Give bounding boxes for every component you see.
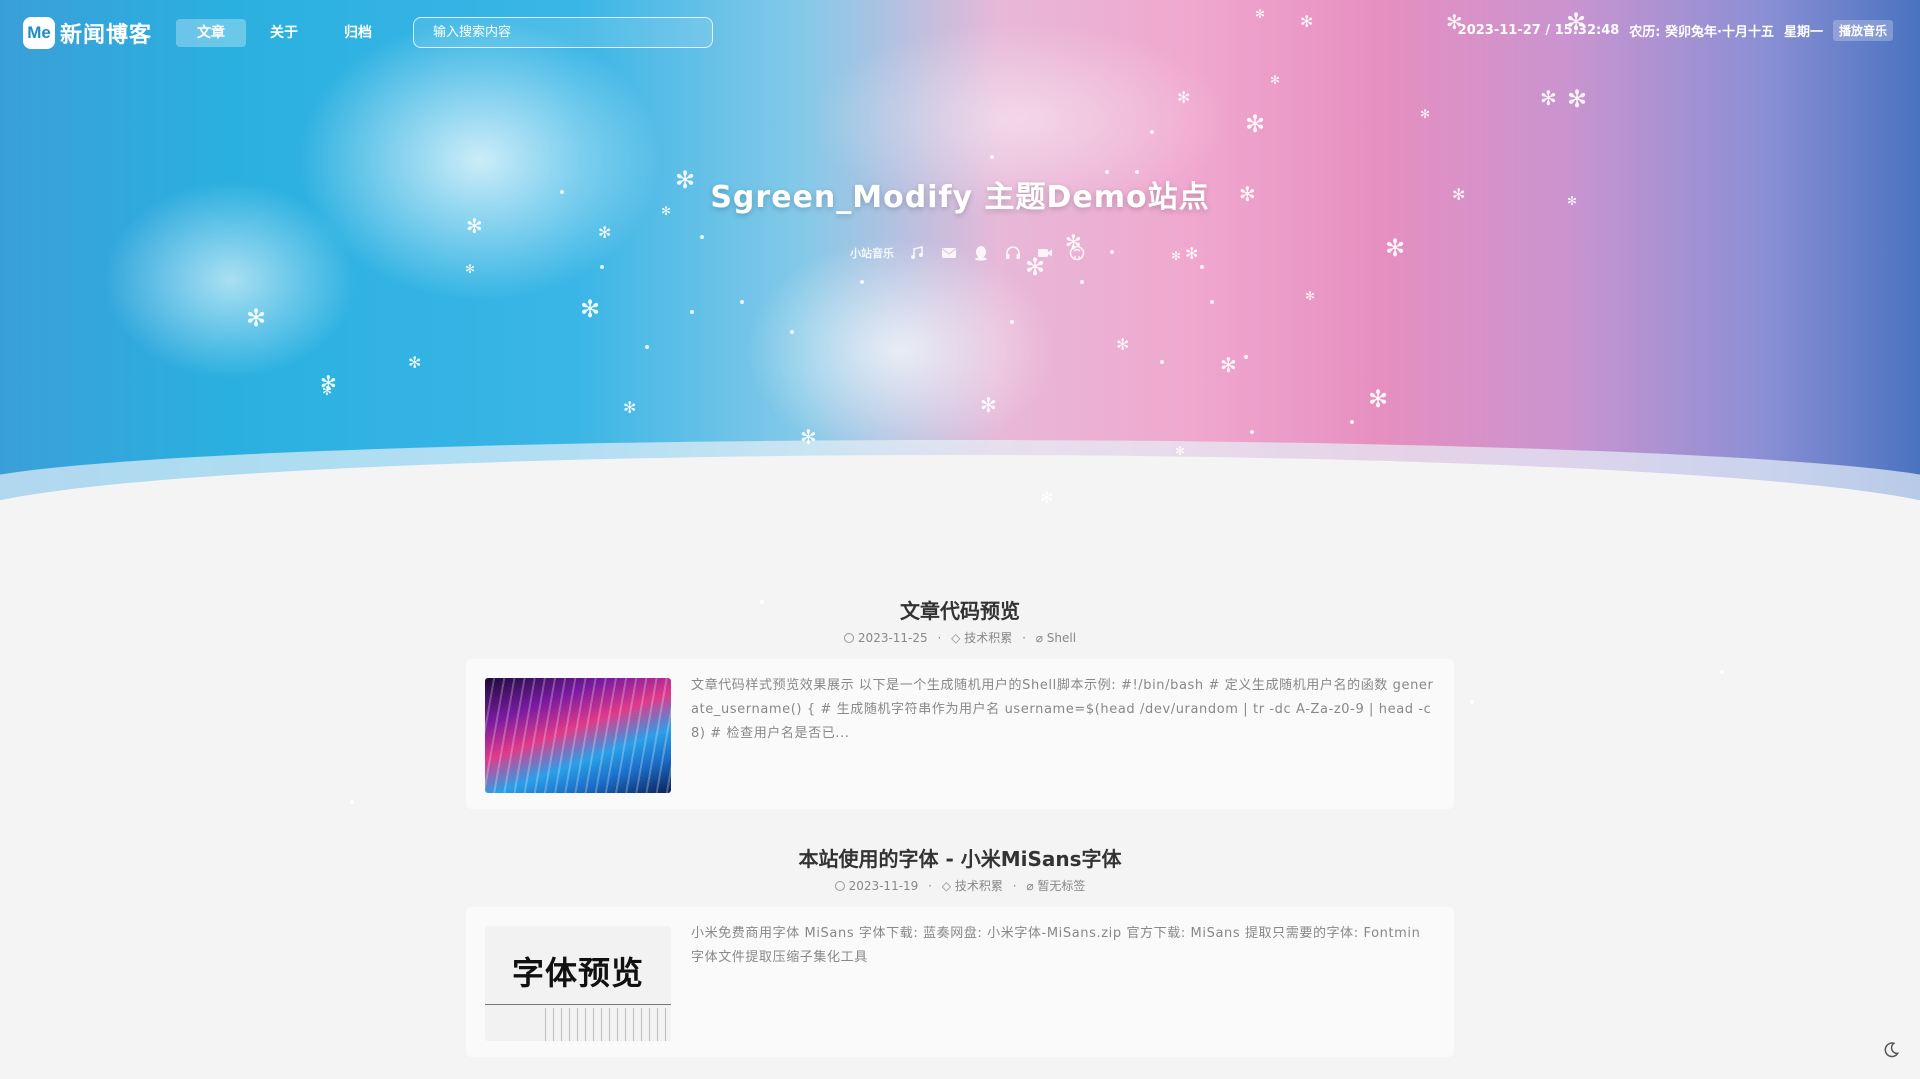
post-card[interactable]: 字体预览 小米免费商用字体 MiSans 字体下载: 蓝奏网盘: 小米字体-Mi… — [466, 907, 1454, 1057]
clock-icon — [843, 633, 854, 643]
snowflake-icon: ✻ — [1171, 249, 1182, 263]
snow-dot — [1244, 355, 1248, 359]
snowflake-icon: ✻ — [598, 223, 612, 242]
github-icon[interactable] — [1068, 244, 1086, 262]
headphones-icon[interactable] — [1004, 244, 1022, 262]
snowflake-icon: ✻ — [1220, 353, 1237, 377]
post-title[interactable]: 本站使用的字体 - 小米MiSans字体 — [0, 843, 1920, 872]
category-icon: ◇ — [941, 879, 952, 893]
snowflake-icon: ✻ — [1175, 444, 1186, 458]
snowflake-icon: ✻ — [322, 384, 333, 398]
snowflake-icon: ✻ — [1185, 244, 1199, 263]
search-input[interactable] — [413, 17, 713, 48]
snowflake-icon: ✻ — [980, 393, 997, 417]
snowflake-icon: ✻ — [246, 304, 267, 332]
snowflake-icon: ✻ — [1420, 107, 1431, 121]
music-link-label[interactable]: 小站音乐 — [850, 245, 894, 261]
snow-dot — [1210, 300, 1214, 304]
snowflake-icon: ✻ — [1305, 289, 1316, 303]
video-icon[interactable] — [1036, 244, 1054, 262]
lunar-date: 农历: 癸卯兔年·十月十五 — [1629, 25, 1774, 40]
snowflake-icon: ✻ — [1385, 234, 1406, 262]
snowflake-icon: ✻ — [1116, 335, 1130, 354]
snowflake-icon: ✻ — [1245, 110, 1266, 138]
post-excerpt: 文章代码样式预览效果展示 以下是一个生成随机用户的Shell脚本示例: #!/b… — [691, 678, 1434, 741]
top-nav: Me 新闻博客 文章 关于 归档 2023-11-27 / 15:32:48 农… — [0, 0, 1920, 62]
snow-dot — [700, 235, 704, 239]
snow-dot — [1110, 250, 1114, 254]
post-title[interactable]: 文章代码预览 — [0, 595, 1920, 624]
snow-dot — [690, 310, 694, 314]
logo-text: 新闻博客 — [60, 23, 153, 48]
snow-dot — [350, 800, 354, 804]
snow-dot — [860, 280, 864, 284]
post-date: 2023-11-19 — [848, 879, 919, 893]
snow-dot — [1010, 320, 1014, 324]
post-category[interactable]: 技术积累 — [955, 879, 1003, 893]
snowflake-icon: ✻ — [580, 295, 601, 323]
snow-dot — [1080, 280, 1084, 284]
snowflake-icon: ✻ — [465, 262, 476, 276]
music-icon[interactable] — [908, 244, 926, 262]
thumbnail-text: 字体预览 — [511, 954, 644, 992]
snowflake-icon: ✻ — [1270, 73, 1281, 87]
tag-icon: ⌀ — [1035, 631, 1043, 645]
snowflake-icon: ✻ — [1177, 88, 1191, 107]
clock-text: 2023-11-27 / 15:32:48 — [1457, 23, 1620, 38]
snow-dot — [1150, 130, 1154, 134]
snow-dot — [990, 155, 994, 159]
post-tag[interactable]: Shell — [1047, 631, 1076, 645]
thumbnail-pattern — [545, 1008, 671, 1041]
logo-badge: Me — [23, 17, 55, 49]
social-links: 小站音乐 — [850, 244, 1086, 262]
post-tag[interactable]: 暂无标签 — [1037, 879, 1085, 893]
tag-icon: ⌀ — [1026, 879, 1034, 893]
play-music-button[interactable]: 播放音乐 — [1832, 20, 1893, 41]
snow-dot — [1720, 670, 1724, 674]
snowflake-icon: ✻ — [800, 425, 817, 449]
clock-icon — [834, 881, 845, 891]
category-icon: ◇ — [951, 631, 961, 645]
snowflake-icon: ✻ — [1040, 488, 1054, 507]
snowflake-icon: ✻ — [408, 353, 422, 372]
snow-dot — [1250, 430, 1254, 434]
weekday: 星期一 — [1783, 25, 1823, 40]
tab-about[interactable]: 关于 — [256, 19, 312, 47]
tab-archive[interactable]: 归档 — [330, 19, 386, 47]
moon-icon[interactable] — [1882, 1041, 1900, 1059]
snow-dot — [1350, 420, 1354, 424]
snowflake-icon: ✻ — [1540, 86, 1557, 110]
snow-dot — [645, 345, 649, 349]
snow-dot — [740, 300, 744, 304]
qq-icon[interactable] — [972, 244, 990, 262]
hero-title: Sgreen_Modify 主题Demo站点 — [710, 180, 1210, 215]
post-meta: 2023-11-25 · ◇ 技术积累 · ⌀ Shell — [0, 629, 1920, 646]
post-date: 2023-11-25 — [857, 631, 928, 645]
snow-dot — [790, 330, 794, 334]
mail-icon[interactable] — [940, 244, 958, 262]
tab-articles[interactable]: 文章 — [176, 19, 246, 47]
top-info: 2023-11-27 / 15:32:48 农历: 癸卯兔年·十月十五 星期一 … — [1448, 20, 1893, 41]
post-category[interactable]: 技术积累 — [964, 631, 1012, 645]
post-thumbnail[interactable]: 字体预览 — [485, 926, 671, 1041]
snow-dot — [600, 265, 604, 269]
snow-dot — [1470, 700, 1474, 704]
site-logo[interactable]: Me 新闻博客 — [23, 17, 152, 49]
snow-dot — [1160, 360, 1164, 364]
snowflake-icon: ✻ — [466, 214, 483, 238]
snowflake-icon: ✻ — [1368, 385, 1389, 413]
post-meta: 2023-11-19 · ◇ 技术积累 · ⌀ 暂无标签 — [0, 877, 1920, 894]
snowflake-icon: ✻ — [623, 398, 637, 417]
snowflake-icon: ✻ — [1567, 85, 1588, 113]
post-excerpt: 小米免费商用字体 MiSans 字体下载: 蓝奏网盘: 小米字体-MiSans.… — [691, 926, 1421, 965]
snow-dot — [1200, 265, 1204, 269]
post-thumbnail[interactable] — [485, 678, 671, 793]
post-card[interactable]: 文章代码样式预览效果展示 以下是一个生成随机用户的Shell脚本示例: #!/b… — [466, 659, 1454, 809]
thumbnail-divider — [485, 1004, 671, 1005]
